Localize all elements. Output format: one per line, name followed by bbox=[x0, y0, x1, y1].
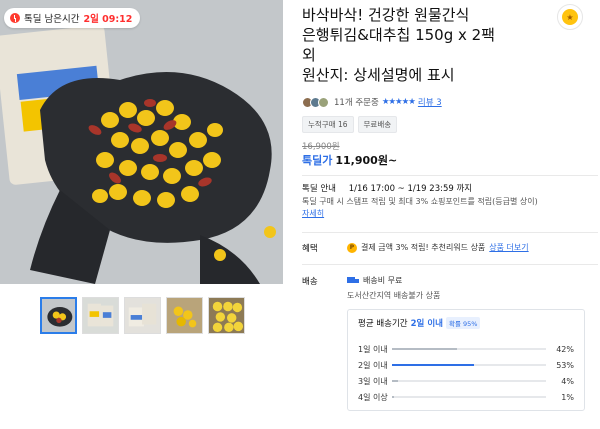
deal-desc-text: 톡딜 구매 시 스탬프 적립 및 최대 3% 쇼핑포인트를 적립(등급별 상이) bbox=[302, 197, 538, 206]
deal-timer-time: 2일 09:12 bbox=[83, 14, 133, 25]
review-summary: 11개 주문중 ★★★★★ 리뷰 3 bbox=[302, 96, 442, 108]
brand-logo-icon: ★ bbox=[562, 9, 578, 25]
delivery-row-bar-fill bbox=[392, 348, 457, 350]
benefit-row: P 결제 금액 3% 적립! 추천리워드 상품 상품 더보기 bbox=[347, 242, 529, 253]
deal-info-description: 톡딜 구매 시 스탬프 적립 및 최대 3% 쇼핑포인트를 적립(등급별 상이)… bbox=[302, 196, 592, 220]
delivery-row-bar-fill bbox=[392, 396, 394, 398]
benefit-label: 혜택 bbox=[302, 244, 318, 254]
delivery-row: 3일 이내 4% bbox=[358, 373, 574, 389]
divider bbox=[302, 175, 598, 176]
deal-price: 톡딜가 11,900원~ bbox=[302, 152, 397, 168]
delivery-row-bar bbox=[392, 364, 546, 366]
deal-info-label: 톡딜 안내 bbox=[302, 184, 336, 194]
deal-timer-label: 톡딜 남은시간 bbox=[24, 14, 80, 25]
deal-details-link[interactable]: 자세히 bbox=[302, 209, 324, 218]
delivery-distribution: 1일 이내 42% 2일 이내 53% 3일 이내 4% 4일 이상 1% bbox=[358, 341, 574, 405]
product-title: 바삭바삭! 건강한 원물간식 은행튀김&대추칩 150g x 2팩 외 원산지:… bbox=[302, 5, 532, 85]
probability-badge: 확률 95% bbox=[445, 317, 481, 329]
clock-icon bbox=[10, 13, 20, 23]
delivery-row-bar-fill bbox=[392, 364, 474, 366]
delivery-row-label: 2일 이내 bbox=[358, 360, 388, 370]
delivery-row-bar bbox=[392, 380, 546, 382]
thumbnail-2[interactable] bbox=[82, 297, 119, 334]
deal-timer-badge: 톡딜 남은시간 2일 09:12 bbox=[4, 8, 141, 28]
delivery-row-label: 4일 이상 bbox=[358, 392, 388, 402]
product-tags: 누적구매 16 무료배송 bbox=[302, 116, 398, 133]
shipping-label: 배송 bbox=[302, 277, 318, 287]
delivery-row-label: 1일 이내 bbox=[358, 344, 388, 354]
tag-cumulative-purchase: 누적구매 16 bbox=[302, 116, 354, 133]
delivery-row-bar-fill bbox=[392, 380, 399, 382]
avatar bbox=[318, 96, 329, 108]
delivery-row-percent: 1% bbox=[561, 392, 574, 402]
tag-free-shipping: 무료배송 bbox=[357, 116, 398, 133]
deal-info-dates: 1/16 17:00 ~ 1/19 23:59 까지 bbox=[348, 184, 473, 194]
review-link[interactable]: 리뷰 3 bbox=[418, 96, 442, 108]
delivery-row: 2일 이내 53% bbox=[358, 357, 574, 373]
delivery-row-percent: 53% bbox=[556, 360, 574, 370]
deal-info: 톡딜 안내 1/16 17:00 ~ 1/19 23:59 까지 bbox=[302, 182, 472, 194]
buyer-avatars bbox=[302, 96, 329, 108]
title-line-4: 원산지: 상세설명에 표시 bbox=[302, 66, 455, 84]
star-rating-icon: ★★★★★ bbox=[381, 97, 416, 107]
avg-delivery-label: 평균 배송기간 bbox=[358, 319, 408, 329]
deal-price-label: 톡딜가 bbox=[302, 154, 333, 167]
deal-price-value: 11,900원~ bbox=[335, 154, 398, 167]
original-price: 16,900원 bbox=[302, 142, 340, 152]
avg-delivery-value: 2일 이내 bbox=[410, 319, 443, 329]
thumbnail-4[interactable] bbox=[166, 297, 203, 334]
shipping-fee: 배송비 무료 bbox=[347, 275, 402, 286]
delivery-row-label: 3일 이내 bbox=[358, 376, 388, 386]
title-line-3: 외 bbox=[302, 46, 316, 64]
brand-store-logo[interactable]: ★ bbox=[557, 4, 583, 30]
delivery-row-bar bbox=[392, 348, 546, 350]
title-line-1: 바삭바삭! 건강한 원물간식 bbox=[302, 6, 470, 24]
truck-icon bbox=[347, 276, 359, 285]
point-coin-icon: P bbox=[347, 242, 357, 253]
more-products-link[interactable]: 상품 더보기 bbox=[489, 242, 528, 253]
delivery-row: 1일 이내 42% bbox=[358, 341, 574, 357]
delivery-row: 4일 이상 1% bbox=[358, 389, 574, 405]
delivery-row-percent: 4% bbox=[561, 376, 574, 386]
divider bbox=[302, 264, 598, 265]
delivery-row-percent: 42% bbox=[556, 344, 574, 354]
thumbnail-1[interactable] bbox=[40, 297, 77, 334]
main-product-image[interactable]: 톡딜 남은시간 2일 09:12 bbox=[0, 0, 283, 284]
benefit-text: 결제 금액 3% 적립! 추천리워드 상품 bbox=[361, 243, 486, 252]
order-count: 11개 주문중 bbox=[334, 98, 379, 108]
delivery-row-bar bbox=[392, 396, 546, 398]
title-line-2: 은행튀김&대추칩 150g x 2팩 bbox=[302, 26, 495, 44]
thumbnail-5[interactable] bbox=[208, 297, 245, 334]
thumbnail-3[interactable] bbox=[124, 297, 161, 334]
shipping-fee-text: 배송비 무료 bbox=[363, 276, 403, 285]
delivery-period-box: 평균 배송기간 2일 이내 확률 95% 1일 이내 42% 2일 이내 53%… bbox=[347, 309, 585, 411]
shipping-note: 도서산간지역 배송불가 상품 bbox=[347, 291, 441, 300]
delivery-period-title: 평균 배송기간 2일 이내 확률 95% bbox=[358, 317, 574, 329]
divider bbox=[302, 232, 598, 233]
thumbnail-strip bbox=[40, 297, 245, 334]
